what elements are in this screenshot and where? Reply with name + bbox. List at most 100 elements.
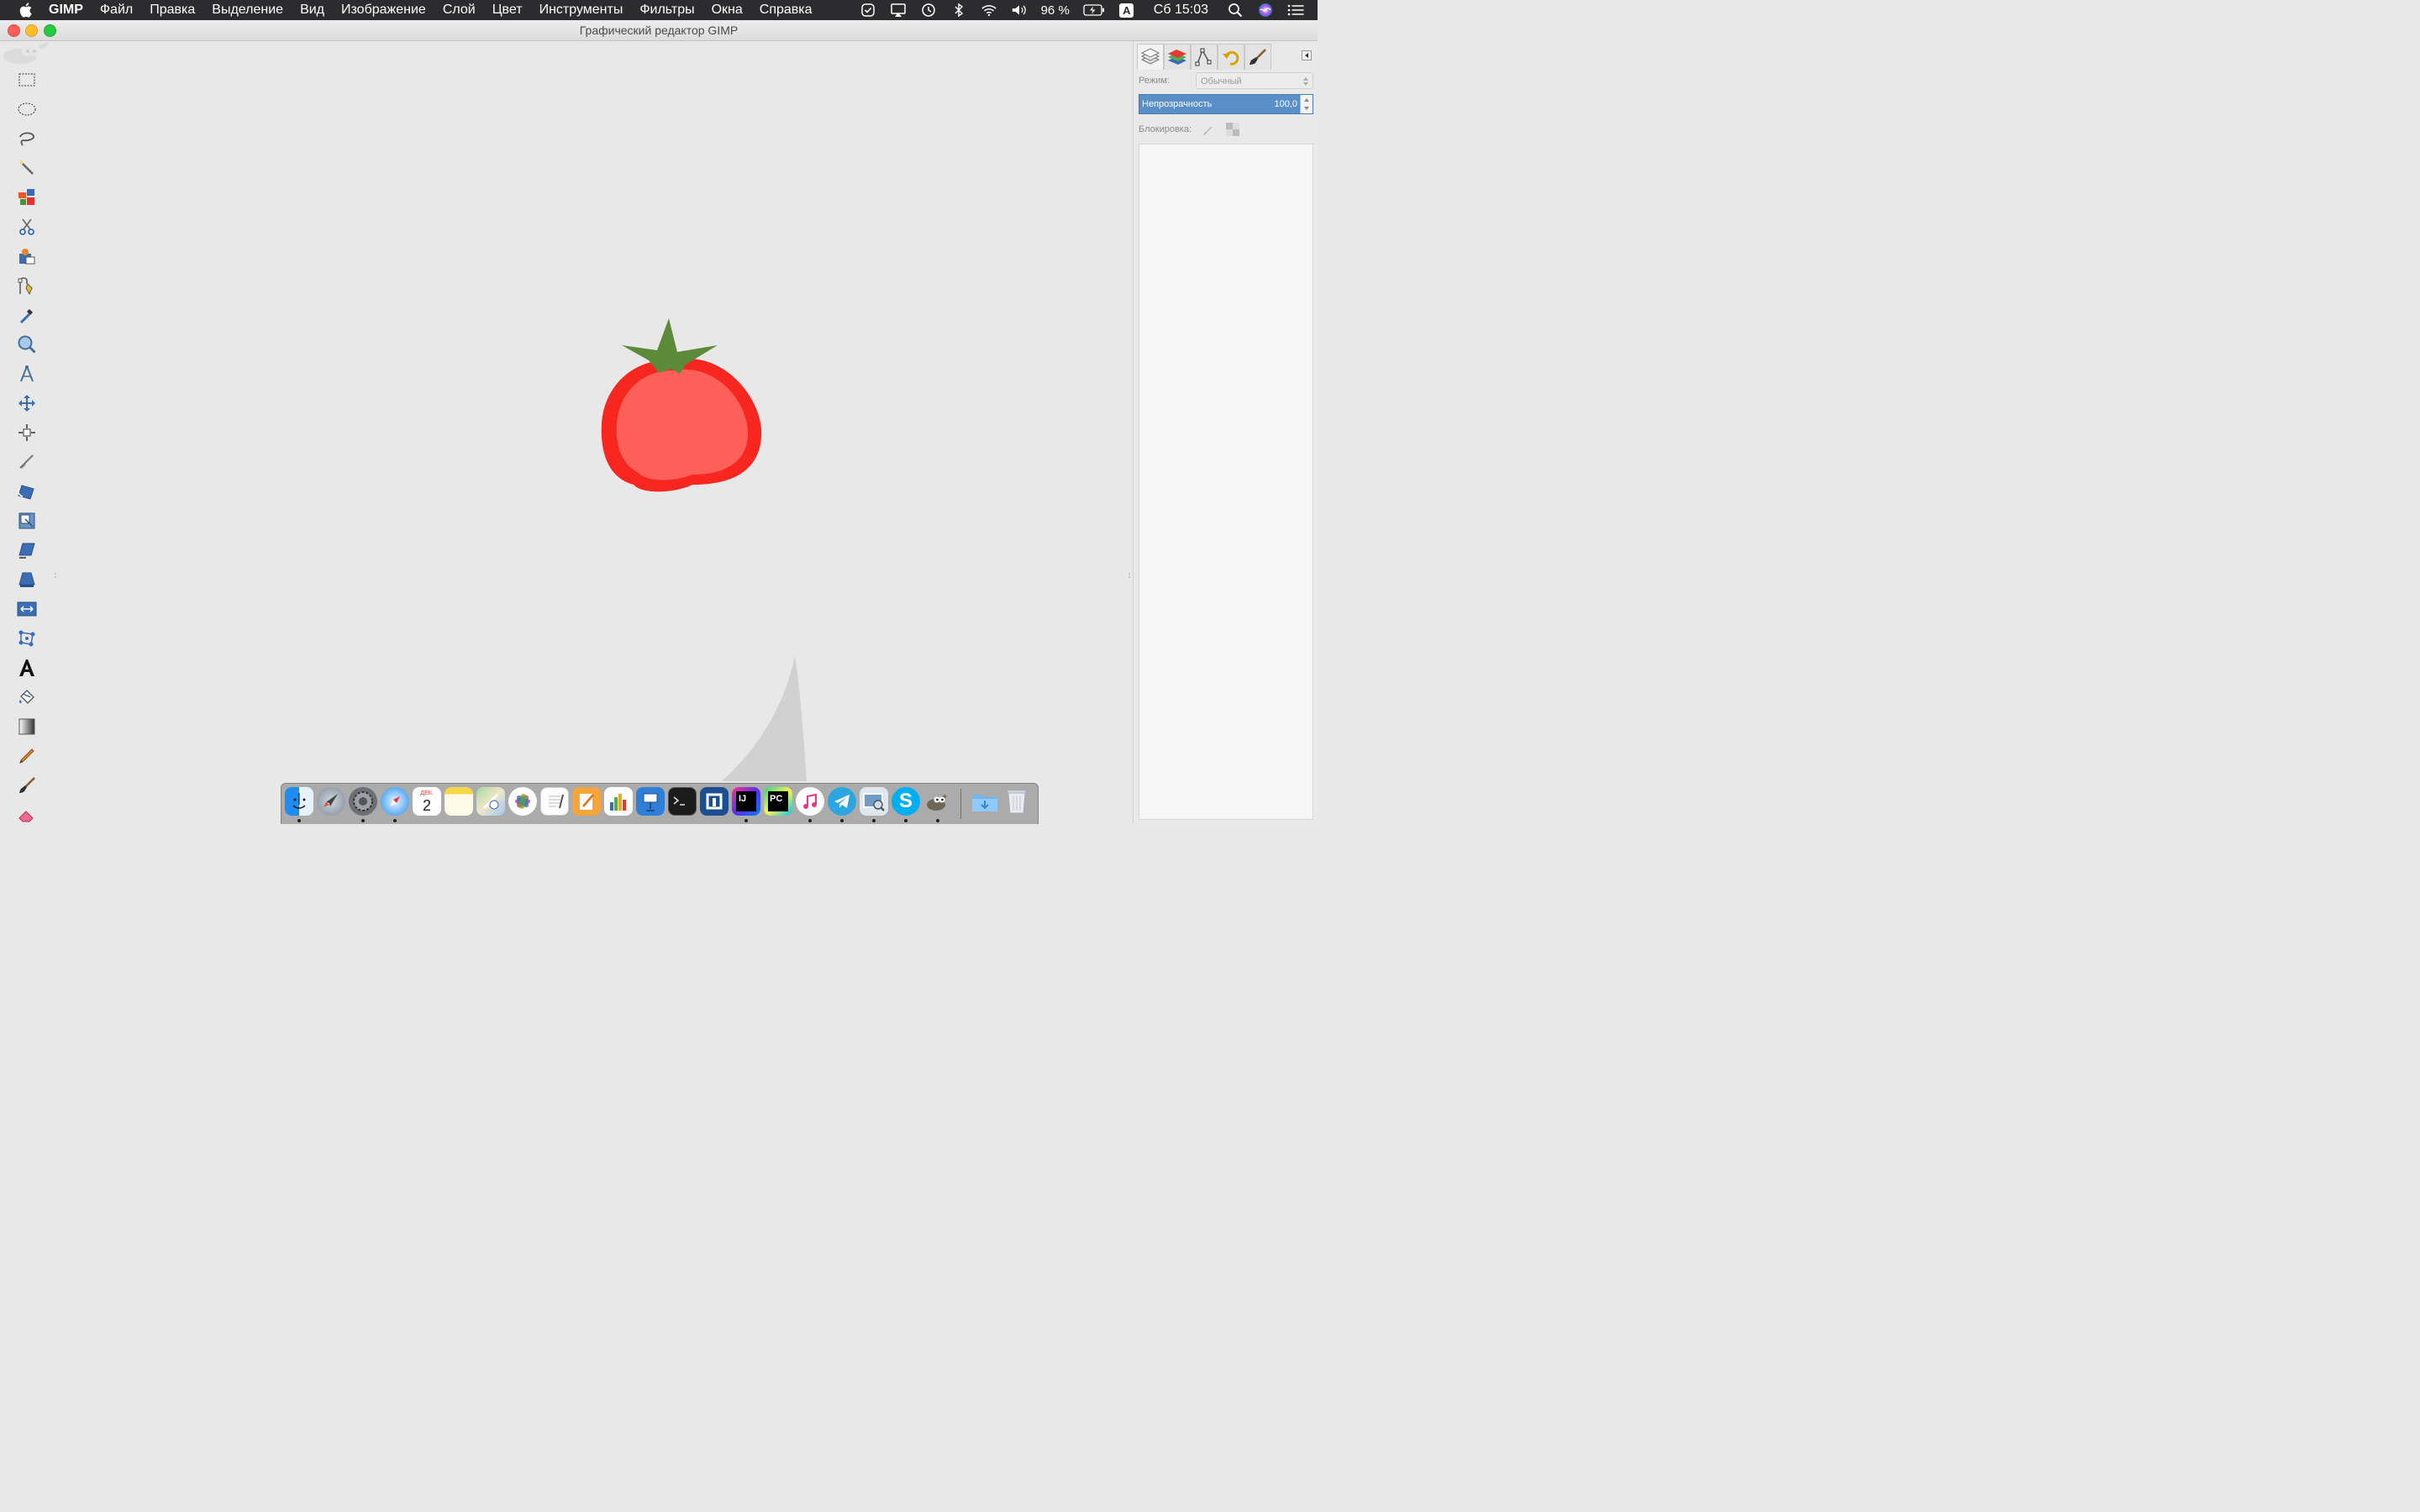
lock-pixels-icon[interactable] (1201, 122, 1216, 141)
menu-colors[interactable]: Цвет (492, 3, 523, 18)
menu-tools[interactable]: Инструменты (539, 3, 623, 18)
rotate-tool-icon[interactable] (15, 480, 39, 503)
time-machine-icon[interactable] (920, 3, 937, 18)
running-indicator (872, 819, 876, 822)
layers-list[interactable] (1139, 144, 1313, 820)
notification-center-icon[interactable] (1287, 3, 1304, 18)
rect-select-tool-icon[interactable] (15, 68, 39, 92)
gradient-tool-icon[interactable] (15, 715, 39, 738)
zoom-tool-icon[interactable] (15, 333, 39, 356)
bucket-fill-tool-icon[interactable] (15, 685, 39, 709)
image-canvas[interactable] (54, 41, 1131, 823)
close-button[interactable] (8, 24, 20, 37)
eraser-tool-icon[interactable] (15, 803, 39, 827)
color-picker-tool-icon[interactable] (15, 303, 39, 327)
notes-icon[interactable] (445, 787, 473, 816)
select-by-color-tool-icon[interactable] (15, 186, 39, 209)
layers-dock: Режим: Обычный Непрозрачность 100,0 Блок… (1133, 41, 1318, 823)
shear-tool-icon[interactable] (15, 538, 39, 562)
ellipse-select-tool-icon[interactable] (15, 97, 39, 121)
finder-icon[interactable] (285, 787, 313, 816)
menu-image[interactable]: Изображение (341, 3, 426, 18)
launchpad-icon[interactable] (317, 787, 345, 816)
gimp-icon[interactable] (923, 787, 952, 816)
sourcetree-icon[interactable] (700, 787, 729, 816)
layers-tab-icon[interactable] (1137, 44, 1164, 70)
scissors-select-tool-icon[interactable] (15, 215, 39, 239)
foreground-select-tool-icon[interactable] (15, 244, 39, 268)
text-tool-icon[interactable] (15, 656, 39, 680)
running-indicator (808, 819, 812, 822)
clock[interactable]: Сб 15:03 (1154, 3, 1208, 18)
minimize-button[interactable] (25, 24, 38, 37)
mode-select[interactable]: Обычный (1196, 72, 1313, 89)
intellij-idea-icon[interactable]: IJ (732, 787, 760, 816)
lock-alpha-icon[interactable] (1226, 123, 1239, 140)
trash-icon[interactable] (1002, 787, 1031, 816)
opacity-spinner[interactable] (1300, 95, 1313, 113)
measure-tool-icon[interactable] (15, 362, 39, 386)
macos-menu-bar: GIMP Файл Правка Выделение Вид Изображен… (0, 0, 1318, 20)
opacity-slider[interactable]: Непрозрачность 100,0 (1139, 94, 1313, 114)
preview-icon[interactable] (860, 787, 888, 816)
perspective-tool-icon[interactable] (15, 568, 39, 591)
free-select-tool-icon[interactable] (15, 127, 39, 150)
paths-tool-icon[interactable] (15, 274, 39, 297)
menu-help[interactable]: Справка (760, 3, 813, 18)
undo-history-tab-icon[interactable] (1218, 44, 1244, 70)
window-title: Графический редактор GIMP (579, 24, 739, 37)
pages-icon[interactable] (572, 787, 601, 816)
textedit-icon[interactable] (540, 787, 569, 816)
pycharm-icon[interactable]: PC (764, 787, 792, 816)
itunes-icon[interactable] (796, 787, 824, 816)
align-tool-icon[interactable] (15, 421, 39, 444)
system-preferences-icon[interactable] (349, 787, 377, 816)
calendar-icon[interactable]: ДЕК. 2 (413, 787, 441, 816)
paintbrush-tool-icon[interactable] (15, 774, 39, 797)
skype-icon[interactable]: S (892, 787, 920, 816)
input-source-icon[interactable]: A (1118, 3, 1135, 18)
numbers-icon[interactable] (604, 787, 633, 816)
menu-select[interactable]: Выделение (212, 3, 283, 18)
terminal-icon[interactable] (668, 787, 697, 816)
dock-config-icon[interactable] (1302, 50, 1312, 65)
input-source-label: A (1119, 3, 1134, 18)
running-indicator (936, 819, 939, 822)
apple-menu-icon[interactable] (18, 2, 34, 18)
cage-transform-tool-icon[interactable] (15, 627, 39, 650)
paths-tab-icon[interactable] (1191, 44, 1218, 70)
running-indicator (840, 819, 844, 822)
downloads-folder-icon[interactable] (971, 787, 999, 816)
volume-icon[interactable] (1011, 3, 1028, 18)
lock-label: Блокировка: (1139, 124, 1192, 134)
zoom-button[interactable] (44, 24, 56, 37)
photos-icon[interactable] (508, 787, 537, 816)
menu-layer[interactable]: Слой (443, 3, 476, 18)
maps-icon[interactable] (476, 787, 505, 816)
checklist-icon[interactable] (860, 3, 876, 18)
brushes-tab-icon[interactable] (1244, 44, 1271, 70)
wifi-icon[interactable] (981, 3, 997, 18)
fuzzy-select-tool-icon[interactable] (15, 156, 39, 180)
flip-tool-icon[interactable] (15, 597, 39, 621)
safari-icon[interactable] (381, 787, 409, 816)
spotlight-search-icon[interactable] (1227, 3, 1244, 18)
siri-icon[interactable] (1257, 3, 1274, 18)
menu-windows[interactable]: Окна (712, 3, 743, 18)
telegram-icon[interactable] (828, 787, 856, 816)
menu-filters[interactable]: Фильтры (639, 3, 694, 18)
app-menu-gimp[interactable]: GIMP (49, 3, 83, 18)
calendar-month: ДЕК. (420, 790, 434, 796)
scale-tool-icon[interactable] (15, 509, 39, 533)
battery-charging-icon[interactable] (1083, 3, 1105, 18)
bluetooth-icon[interactable] (950, 3, 967, 18)
screen-mirroring-icon[interactable] (890, 3, 907, 18)
menu-edit[interactable]: Правка (150, 3, 195, 18)
crop-tool-icon[interactable] (15, 450, 39, 474)
channels-tab-icon[interactable] (1164, 44, 1191, 70)
move-tool-icon[interactable] (15, 391, 39, 415)
menu-file[interactable]: Файл (100, 3, 133, 18)
pencil-tool-icon[interactable] (15, 744, 39, 768)
menu-view[interactable]: Вид (300, 3, 324, 18)
keynote-icon[interactable] (636, 787, 665, 816)
